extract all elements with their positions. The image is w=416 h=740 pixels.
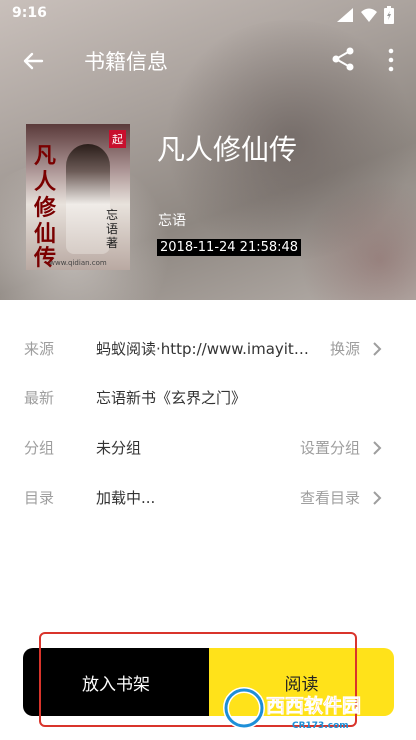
battery-icon [384,6,394,24]
wifi-icon [361,8,377,22]
info-value: 加载中... [96,489,156,507]
info-label: 来源 [24,340,55,358]
toolbar: 书籍信息 [0,34,416,86]
info-row-latest[interactable]: 最新 忘语新书《玄界之门》 [0,378,416,418]
chevron-right-icon [373,342,382,356]
cover-figure [66,144,110,254]
info-row-group[interactable]: 分组 未分组 设置分组 [0,428,416,468]
change-source-button[interactable]: 换源 [330,338,360,359]
book-update-time: 2018-11-24 21:58:48 [157,239,302,256]
watermark-text: 西西软件园 [266,694,361,717]
status-bar: 9:16 [0,0,416,30]
status-time: 9:16 [12,5,47,21]
cover-site: www.qidian.com [49,259,107,267]
chevron-right-icon [373,441,382,455]
info-value: 未分组 [96,439,142,457]
info-label: 目录 [24,489,55,507]
page-title: 书籍信息 [84,50,168,74]
info-value: 蚂蚁阅读·http://www.imayitxt.com [96,340,310,358]
chevron-right-icon [373,491,382,505]
watermark-sub: CR173.com [292,721,349,731]
share-icon[interactable] [330,46,356,72]
back-arrow-icon[interactable] [18,46,48,76]
view-catalog-button[interactable]: 查看目录 [300,487,360,508]
watermark-logo: 西西软件园 CR173.com [223,687,361,731]
book-author: 忘语 [158,213,186,229]
cover-author: 忘语著 [106,208,119,250]
info-value: 忘语新书《玄界之门》 [96,389,247,407]
signal-icon [337,8,353,22]
book-title: 凡人修仙传 [157,133,298,166]
book-cover[interactable]: 起 凡 人 修 仙 传 忘语著 www.qidian.com [26,124,130,270]
set-group-button[interactable]: 设置分组 [300,437,360,458]
info-row-source[interactable]: 来源 蚂蚁阅读·http://www.imayitxt.com 换源 [0,329,416,369]
info-label: 最新 [24,389,55,407]
more-menu-icon[interactable] [381,46,401,74]
cover-tag: 起 [109,130,126,148]
info-row-catalog[interactable]: 目录 加载中... 查看目录 [0,478,416,518]
info-label: 分组 [24,439,55,457]
